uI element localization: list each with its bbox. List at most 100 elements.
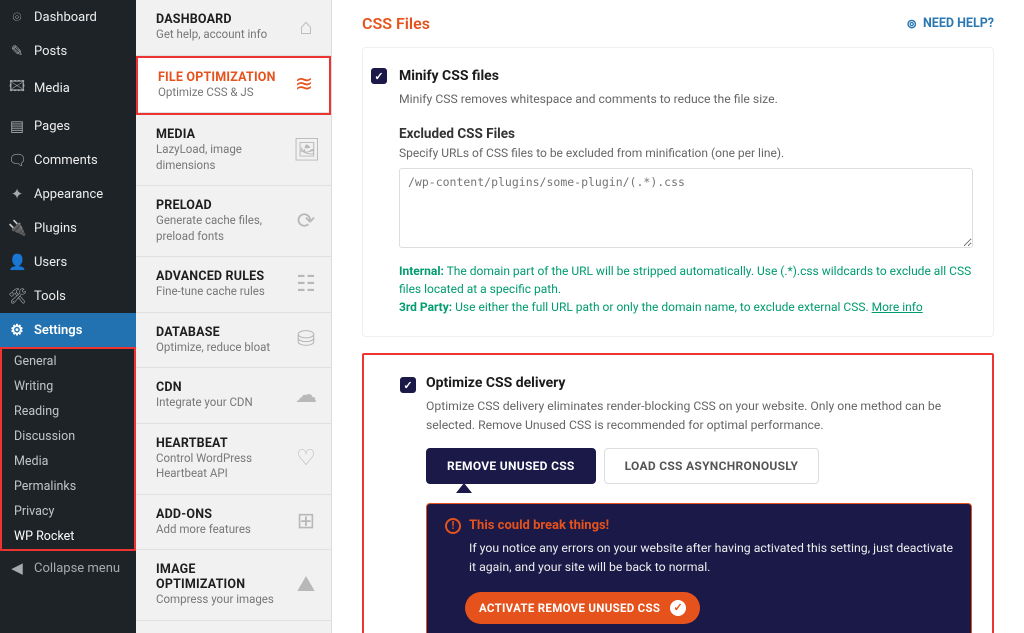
- collapse-menu-button[interactable]: ◀Collapse menu: [0, 551, 136, 585]
- nav-subtitle: Add more features: [156, 522, 283, 538]
- nav-title: ADVANCED RULES: [156, 269, 283, 284]
- lifebuoy-icon: ⊚: [907, 16, 917, 32]
- sidebar-item-comments[interactable]: 🗨 Comments: [0, 143, 136, 177]
- sidebar-item-label: Pages: [34, 119, 70, 134]
- nav-title: PRELOAD: [156, 198, 283, 213]
- need-help-button[interactable]: ⊚ NEED HELP?: [907, 16, 995, 32]
- pin-icon: ✎: [8, 42, 26, 60]
- submenu-item-writing[interactable]: Writing: [2, 374, 134, 399]
- database-icon: ⛁: [293, 327, 319, 352]
- page-title: CSS Files: [362, 14, 430, 33]
- activate-label: ACTIVATE REMOVE UNUSED CSS: [479, 601, 660, 615]
- optimize-title: Optimize CSS delivery: [426, 375, 972, 391]
- optimize-checkbox[interactable]: ✓: [400, 377, 416, 393]
- layers-icon: ≋: [291, 72, 317, 97]
- sidebar-item-posts[interactable]: ✎ Posts: [0, 34, 136, 68]
- minify-desc: Minify CSS removes whitespace and commen…: [399, 90, 973, 108]
- warning-desc: If you notice any errors on your website…: [445, 540, 953, 578]
- rocket-nav-cdn[interactable]: CDNIntegrate your CDN ☁: [136, 368, 331, 424]
- nav-title: DASHBOARD: [156, 12, 283, 27]
- sidebar-item-label: Comments: [34, 153, 98, 168]
- nav-subtitle: Integrate your CDN: [156, 395, 283, 411]
- sidebar-item-users[interactable]: 👤Users: [0, 245, 136, 279]
- minify-checkbox[interactable]: ✓: [371, 68, 387, 84]
- puzzle-icon: ⊞: [293, 509, 319, 534]
- nav-subtitle: Control WordPress Heartbeat API: [156, 451, 283, 482]
- sidebar-item-media[interactable]: 🖾Media: [0, 68, 136, 109]
- rocket-nav-dashboard[interactable]: DASHBOARDGet help, account info⌂: [136, 0, 331, 56]
- warning-box: !This could break things! If you notice …: [426, 503, 972, 633]
- submenu-item-permalinks[interactable]: Permalinks: [2, 474, 134, 499]
- note-internal-label: Internal:: [399, 264, 444, 278]
- excluded-title: Excluded CSS Files: [399, 126, 973, 142]
- submenu-item-wp-rocket[interactable]: WP Rocket: [2, 524, 134, 549]
- sidebar-item-dashboard[interactable]: ⌾Dashboard: [0, 0, 136, 34]
- rocket-nav-heartbeat[interactable]: HEARTBEATControl WordPress Heartbeat API…: [136, 424, 331, 495]
- comment-icon: 🗨: [8, 151, 26, 169]
- rocket-nav-database[interactable]: DATABASEOptimize, reduce bloat ⛁: [136, 313, 331, 369]
- nav-title: MEDIA: [156, 127, 283, 142]
- submenu-item-reading[interactable]: Reading: [2, 399, 134, 424]
- nav-title: HEARTBEAT: [156, 436, 283, 451]
- note-3rdparty-label: 3rd Party:: [399, 300, 452, 314]
- excluded-css-textarea[interactable]: [399, 168, 973, 248]
- brush-icon: ✦: [8, 185, 26, 203]
- nav-title: CDN: [156, 380, 283, 395]
- submenu-item-privacy[interactable]: Privacy: [2, 499, 134, 524]
- collapse-label: Collapse menu: [34, 561, 120, 576]
- excluded-desc: Specify URLs of CSS files to be excluded…: [399, 146, 973, 160]
- nav-subtitle: Fine-tune cache rules: [156, 284, 283, 300]
- sidebar-item-label: Dashboard: [34, 10, 97, 25]
- main-panel: CSS Files ⊚ NEED HELP? ✓ Minify CSS files…: [332, 0, 1024, 633]
- delivery-method-buttons: REMOVE UNUSED CSS LOAD CSS ASYNCHRONOUSL…: [426, 448, 972, 484]
- wp-rocket-nav: DASHBOARDGet help, account info⌂ FILE OP…: [136, 0, 332, 633]
- nav-subtitle: Compress your images: [156, 592, 283, 608]
- home-icon: ⌂: [293, 14, 319, 40]
- minify-title: Minify CSS files: [399, 68, 973, 84]
- rocket-nav-addons[interactable]: ADD-ONSAdd more features ⊞: [136, 495, 331, 551]
- heartbeat-icon: ♡: [293, 446, 319, 471]
- tools-icon: 🛠: [8, 287, 26, 305]
- note-3rdparty-text: Use either the full URL path or only the…: [452, 300, 871, 314]
- more-info-link[interactable]: More info: [872, 300, 923, 314]
- rocket-nav-preload[interactable]: PRELOADGenerate cache files, preload fon…: [136, 186, 331, 257]
- sidebar-item-tools[interactable]: 🛠Tools: [0, 279, 136, 313]
- nav-subtitle: Generate cache files, preload fonts: [156, 213, 283, 244]
- refresh-icon: ⟳: [293, 209, 319, 234]
- submenu-item-general[interactable]: General: [2, 349, 134, 374]
- need-help-label: NEED HELP?: [923, 16, 994, 31]
- minify-css-card: ✓ Minify CSS files Minify CSS removes wh…: [362, 47, 994, 337]
- load-css-async-button[interactable]: LOAD CSS ASYNCHRONOUSLY: [604, 448, 820, 484]
- nav-subtitle: Optimize, reduce bloat: [156, 340, 283, 356]
- warning-title: This could break things!: [469, 518, 609, 533]
- submenu-item-discussion[interactable]: Discussion: [2, 424, 134, 449]
- sidebar-item-settings[interactable]: ⚙Settings: [0, 313, 136, 347]
- activate-remove-unused-css-button[interactable]: ACTIVATE REMOVE UNUSED CSS ✓: [465, 592, 700, 624]
- sidebar-item-label: Plugins: [34, 221, 77, 236]
- rocket-nav-image-optimization[interactable]: IMAGE OPTIMIZATIONCompress your images⛰: [136, 550, 331, 621]
- sidebar-item-label: Settings: [34, 323, 82, 338]
- remove-unused-css-button[interactable]: REMOVE UNUSED CSS: [426, 448, 596, 484]
- rocket-nav-advanced-rules[interactable]: ADVANCED RULESFine-tune cache rules☷: [136, 257, 331, 313]
- nav-title: DATABASE: [156, 325, 283, 340]
- sidebar-item-appearance[interactable]: ✦ Appearance: [0, 177, 136, 211]
- globe-icon: ☁: [293, 383, 319, 408]
- sidebar-item-plugins[interactable]: 🔌 Plugins: [0, 211, 136, 245]
- sidebar-item-label: Appearance: [34, 187, 103, 202]
- page-icon: ▤: [8, 117, 26, 135]
- sidebar-item-label: Media: [34, 81, 70, 96]
- submenu-item-media[interactable]: Media: [2, 449, 134, 474]
- sidebar-item-pages[interactable]: ▤ Pages: [0, 109, 136, 143]
- file-optimization-highlight: FILE OPTIMIZATIONOptimize CSS & JS≋: [136, 56, 331, 116]
- wp-admin-sidebar: ⌾Dashboard ✎ Posts 🖾Media ▤ Pages 🗨 Comment…: [0, 0, 136, 633]
- nav-title: ADD-ONS: [156, 507, 283, 522]
- sidebar-item-label: Posts: [34, 44, 67, 59]
- settings-submenu-highlight: General Writing Reading Discussion Media…: [0, 347, 136, 551]
- nav-title: IMAGE OPTIMIZATION: [156, 562, 283, 592]
- optimize-css-highlight: ✓ Optimize CSS delivery Optimize CSS del…: [362, 353, 994, 633]
- rocket-nav-file-optimization[interactable]: FILE OPTIMIZATIONOptimize CSS & JS≋: [138, 58, 329, 114]
- plugin-icon: 🔌: [8, 219, 26, 237]
- optimize-desc: Optimize CSS delivery eliminates render-…: [426, 397, 972, 434]
- rocket-nav-media[interactable]: MEDIALazyLoad, image dimensions🖼: [136, 115, 331, 186]
- image-icon: 🖼: [293, 138, 319, 163]
